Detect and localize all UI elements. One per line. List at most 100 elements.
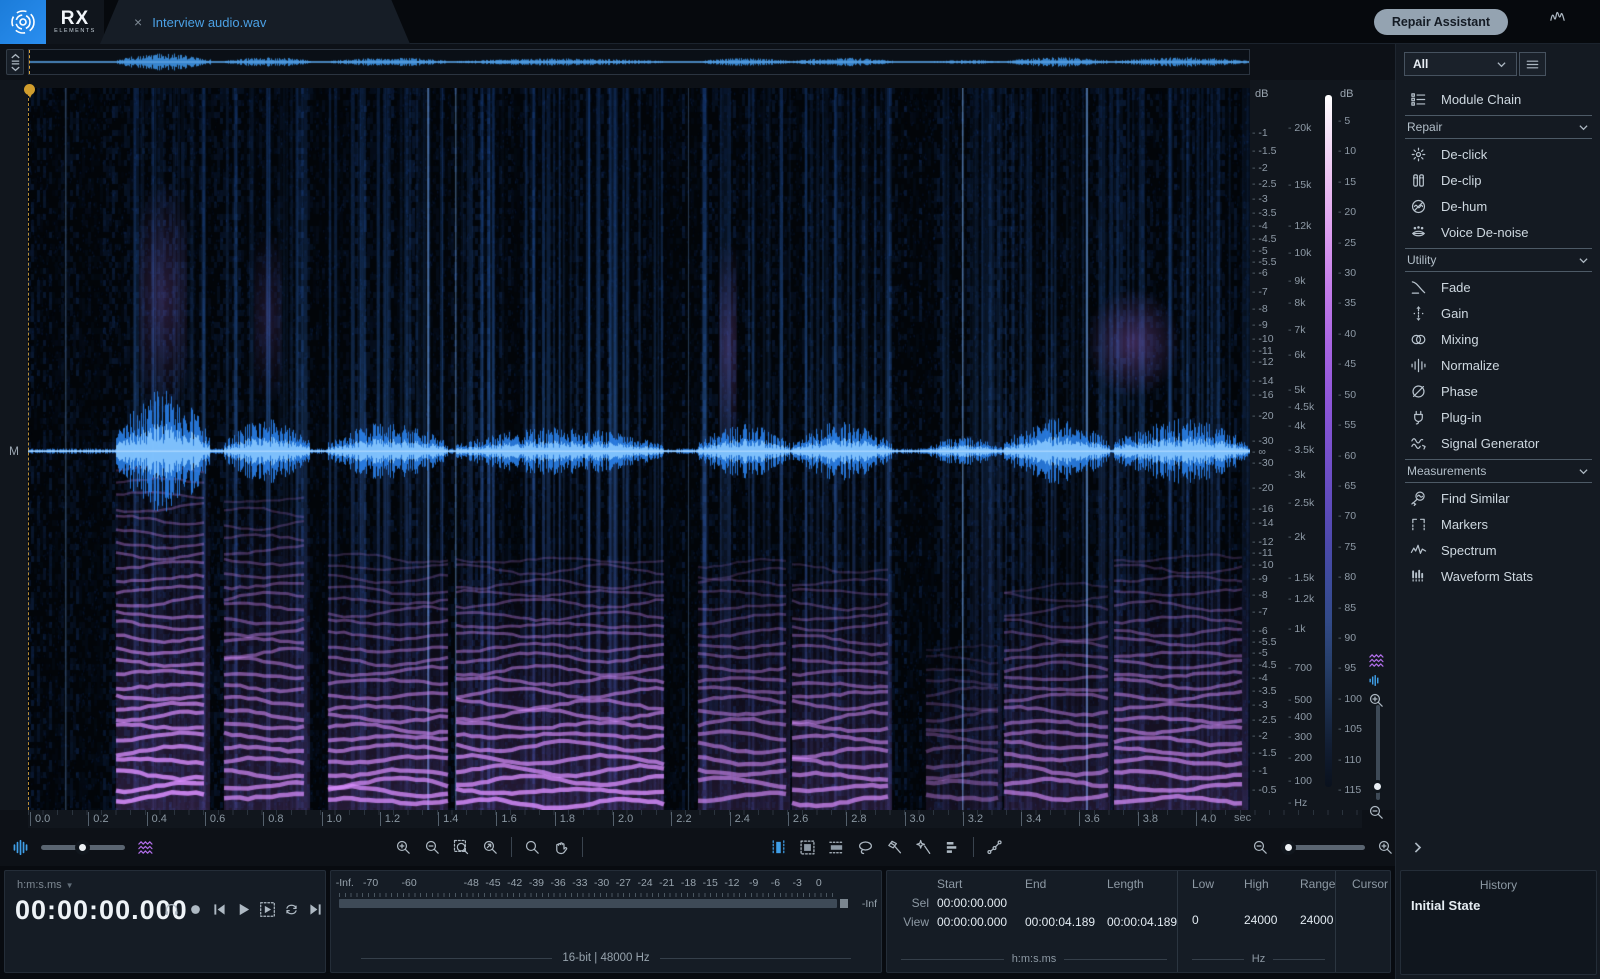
menu-icon[interactable] [1519, 52, 1546, 76]
playhead-line[interactable] [28, 88, 29, 810]
loop-icon[interactable] [283, 901, 300, 918]
zoom-out-icon[interactable] [424, 839, 441, 856]
meter-scale-tick: -24 [637, 877, 652, 889]
module-item-mixing[interactable]: Mixing [1396, 326, 1600, 352]
module-item-voice-de-noise[interactable]: Voice De-noise [1396, 219, 1600, 245]
magnify-icon[interactable] [524, 839, 541, 856]
brush-icon[interactable] [886, 839, 903, 856]
zoom-in-icon[interactable] [395, 839, 412, 856]
time-ruler-tick: 0.2 [88, 812, 108, 826]
module-item-signal-generator[interactable]: Signal Generator [1396, 430, 1600, 456]
blend-knob[interactable] [75, 840, 90, 855]
repair-assistant-button[interactable]: Repair Assistant [1374, 9, 1508, 35]
freq-high-value[interactable]: 24000 [1244, 913, 1300, 927]
spectrogram-icon[interactable] [1368, 652, 1385, 669]
frequency-selection-icon[interactable] [828, 839, 845, 856]
module-item-markers[interactable]: Markers [1396, 511, 1600, 537]
time-format-selector[interactable]: h:m:s.ms▼ [17, 879, 74, 891]
waveform-icon[interactable] [12, 839, 29, 856]
module-item-de-click[interactable]: De-click [1396, 141, 1600, 167]
normalize-icon [1409, 357, 1428, 374]
magic-wand-icon[interactable] [915, 839, 932, 856]
module-item-waveform-stats[interactable]: Waveform Stats [1396, 563, 1600, 589]
time-ruler[interactable]: 0.00.20.40.60.81.01.21.41.61.82.02.22.42… [28, 810, 1362, 828]
zoom-out-icon[interactable] [1252, 839, 1269, 856]
zoom-all-icon[interactable] [482, 839, 499, 856]
sel-end-value[interactable] [1025, 896, 1107, 910]
lasso-icon[interactable] [857, 839, 874, 856]
freq-tick: 5k [1288, 384, 1306, 396]
time-frequency-selection-icon[interactable] [799, 839, 816, 856]
module-item-gain[interactable]: Gain [1396, 300, 1600, 326]
section-header-utility[interactable]: Utility [1405, 248, 1592, 272]
play-selection-icon[interactable] [259, 901, 276, 918]
channel-label[interactable]: M [9, 444, 19, 458]
time-ruler-tick: 1.8 [555, 812, 575, 826]
sel-start-value[interactable]: 00:00:00.000 [937, 896, 1025, 910]
spectrogram-view[interactable] [28, 88, 1250, 810]
module-label: Find Similar [1441, 491, 1510, 506]
time-selection-icon[interactable] [770, 839, 787, 856]
freq-low-value[interactable]: 0 [1192, 913, 1244, 927]
spectrogram-colorbar[interactable] [1325, 95, 1332, 787]
colorbar-tick: 100 [1338, 693, 1362, 705]
playhead-time-display[interactable]: 00:00:00.000 [15, 895, 188, 926]
vertical-zoom-knob[interactable] [1371, 780, 1384, 793]
level-meter-panel: -Inf 16-bit | 48000 Hz -Inf.-70-60-48-45… [330, 870, 882, 973]
phase-icon [1409, 383, 1428, 400]
instant-process-icon[interactable] [986, 839, 1003, 856]
history-item[interactable]: Initial State [1401, 892, 1596, 913]
waveform-small-icon[interactable] [1368, 674, 1381, 687]
zoom-selection-icon[interactable] [453, 839, 470, 856]
module-item-de-clip[interactable]: De-clip [1396, 167, 1600, 193]
meter-bar[interactable] [339, 899, 837, 908]
time-ruler-tick: 0.8 [263, 812, 283, 826]
smart-select-icon[interactable] [944, 839, 961, 856]
view-end-value[interactable]: 00:00:04.189 [1025, 915, 1107, 929]
horizontal-zoom-slider[interactable] [1281, 845, 1365, 850]
overview-waveform[interactable] [28, 49, 1250, 75]
sel-length-value[interactable] [1107, 896, 1187, 910]
module-item-plug-in[interactable]: Plug-in [1396, 404, 1600, 430]
record-icon[interactable] [187, 901, 204, 918]
freq-range-value[interactable]: 24000 [1300, 913, 1350, 927]
horizontal-zoom-knob[interactable] [1281, 840, 1296, 855]
skip-back-icon[interactable] [211, 901, 228, 918]
module-item-de-hum[interactable]: De-hum [1396, 193, 1600, 219]
meter-scale-tick: 0 [816, 877, 822, 889]
module-item-find-similar[interactable]: Find Similar [1396, 485, 1600, 511]
zoom-in-icon[interactable] [1377, 839, 1394, 856]
brand-badge: RX ELEMENTS [46, 0, 104, 44]
module-item-fade[interactable]: Fade [1396, 274, 1600, 300]
chevron-right-icon[interactable] [1410, 840, 1425, 855]
section-header-repair[interactable]: Repair [1405, 115, 1592, 139]
freq-tick: 15k [1288, 179, 1311, 191]
app-logo[interactable] [0, 0, 46, 44]
playhead-pin[interactable] [24, 84, 35, 99]
tab-close-icon[interactable]: × [134, 14, 142, 30]
zoom-out-icon[interactable] [1368, 804, 1385, 821]
file-tab[interactable]: × Interview audio.wav [100, 0, 410, 44]
overview-resize-handle[interactable] [6, 49, 24, 75]
module-label: Fade [1441, 280, 1471, 295]
module-item-normalize[interactable]: Normalize [1396, 352, 1600, 378]
skip-forward-icon[interactable] [307, 901, 324, 918]
overview-canvas[interactable] [29, 50, 1249, 74]
time-unit-label: h:m:s.ms [901, 953, 1167, 965]
module-item-spectrum[interactable]: Spectrum [1396, 537, 1600, 563]
view-start-value[interactable]: 00:00:00.000 [937, 915, 1025, 929]
module-item-phase[interactable]: Phase [1396, 378, 1600, 404]
module-filter-dropdown[interactable]: All [1404, 52, 1517, 76]
play-icon[interactable] [235, 901, 252, 918]
chevron-down-icon [1577, 254, 1590, 267]
headphones-icon[interactable] [163, 901, 180, 918]
spectrogram-canvas[interactable] [28, 88, 1250, 810]
section-header-measurements[interactable]: Measurements [1405, 459, 1592, 483]
view-length-value[interactable]: 00:00:04.189 [1107, 915, 1187, 929]
hand-icon[interactable] [553, 839, 570, 856]
chevron-down-icon [1495, 58, 1508, 71]
amp-db-tick: -5 [1252, 647, 1268, 659]
spectrogram-icon[interactable] [137, 839, 154, 856]
blend-slider[interactable] [41, 845, 125, 850]
module-chain-item[interactable]: Module Chain [1396, 86, 1600, 112]
